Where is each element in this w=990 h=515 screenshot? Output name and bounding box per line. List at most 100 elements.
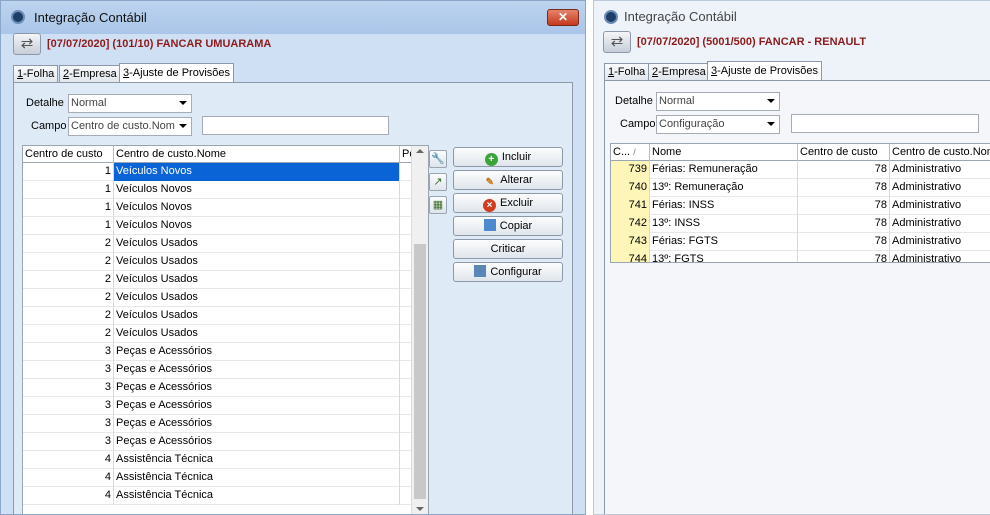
close-button[interactable]: ✕ [547,9,579,26]
cost-center-grid[interactable]: Centro de custo Centro de custo.Nome Po … [22,145,429,514]
cell-nome: 13º: Remuneração [650,179,798,197]
window-title: Integração Contábil [624,9,737,24]
table-row[interactable]: 2 Veículos Usados [23,253,413,271]
table-row[interactable]: 741 Férias: INSS 78 Administrativo [611,197,990,215]
cell-codigo: 744 [611,251,650,262]
table-row[interactable]: 3 Peças e Acessórios [23,415,413,433]
table-row[interactable]: 4 Assistência Técnica [23,487,413,505]
cell-centro-de-custo-nome: Administrativo [892,199,962,211]
grid-header: Centro de custo Centro de custo.Nome Po [23,146,428,163]
table-row[interactable]: 739 Férias: Remuneração 78 Administrativo [611,161,990,179]
table-row[interactable]: 2 Veículos Usados [23,325,413,343]
table-row[interactable]: 744 13º: FGTS 78 Administrativo [611,251,990,262]
configurar-button[interactable]: Configurar [453,262,563,282]
tab-folha[interactable]: 1-Folha [13,65,59,83]
detalhe-select[interactable]: Normal [68,94,192,113]
col-centro-de-custo-nome[interactable]: Centro de custo.Nome [114,146,400,163]
tab-empresa[interactable]: 2-Empresa [648,63,710,81]
tab-panel: Detalhe Normal Campo Configuração C... /… [604,80,990,514]
print-icon[interactable]: ▦ [429,196,447,214]
cell-centro-de-custo-nome: Peças e Acessórios [114,343,400,361]
sort-indicator-icon: / [633,147,636,157]
table-row[interactable]: 1 Veículos Novos [23,199,413,217]
cell-centro-de-custo-nome: Administrativo [892,235,962,247]
scroll-thumb[interactable] [414,244,426,499]
pencil-icon: ✎ [485,177,494,188]
swap-arrows-icon[interactable]: ⇄ [603,31,631,53]
copy-icon [483,219,496,231]
cell-codigo: 740 [611,179,650,197]
tab-folha[interactable]: 1-Folha [604,63,650,81]
cell-centro-de-custo: 3 [23,379,114,397]
table-row[interactable]: 1 Veículos Novos [23,163,413,181]
grid-scrollbar[interactable] [411,146,428,514]
campo-label: Campo [620,118,656,130]
cell-centro-de-custo-nome: Peças e Acessórios [114,397,400,415]
table-row[interactable]: 2 Veículos Usados [23,307,413,325]
table-row[interactable]: 1 Veículos Novos [23,217,413,235]
detalhe-select[interactable]: Normal [656,92,780,111]
search-input[interactable] [202,116,389,135]
table-row[interactable]: 4 Assistência Técnica [23,451,413,469]
table-row[interactable]: 743 Férias: FGTS 78 Administrativo [611,233,990,251]
cell-codigo: 739 [611,161,650,179]
cell-centro-de-custo: 2 [23,307,114,325]
cell-codigo: 741 [611,197,650,215]
chevron-down-icon [767,122,775,126]
cell-centro-de-custo: 3 [23,415,114,433]
table-row[interactable]: 2 Veículos Usados [23,289,413,307]
table-row[interactable]: 3 Peças e Acessórios [23,397,413,415]
table-row[interactable]: 740 13º: Remuneração 78 Administrativo [611,179,990,197]
provisions-grid[interactable]: C... / Nome Centro de custo Centro de cu… [610,143,990,263]
incluir-button[interactable]: + Incluir [453,147,563,167]
cell-centro-de-custo-nome: Administrativo [892,163,962,175]
col-nome[interactable]: Nome [650,144,798,161]
cell-nome: Férias: INSS [650,197,798,215]
scroll-up-icon[interactable] [416,149,424,153]
col-centro-de-custo-nome[interactable]: Centro de custo.Nom [890,144,990,161]
cell-centro-de-custo-nome: Veículos Novos [114,163,400,181]
cell-centro-de-custo: 3 [23,397,114,415]
col-centro-de-custo[interactable]: Centro de custo [23,146,114,163]
table-row[interactable]: 742 13º: INSS 78 Administrativo [611,215,990,233]
cell-centro-de-custo: 78 [798,197,890,215]
export-icon[interactable]: ↗ [429,173,447,191]
cell-centro-de-custo: 1 [23,199,114,217]
table-row[interactable]: 2 Veículos Usados [23,235,413,253]
col-codigo[interactable]: C... / [611,144,650,161]
criticar-button[interactable]: Criticar [453,239,563,259]
chevron-down-icon [179,101,187,105]
left-titlebar: Integração Contábil ✕ [1,1,585,34]
search-input[interactable] [791,114,979,133]
scroll-down-icon[interactable] [416,507,424,511]
cell-centro-de-custo: 2 [23,271,114,289]
cell-centro-de-custo: 78 [798,179,890,197]
swap-arrows-icon[interactable]: ⇄ [13,33,41,55]
wrench-icon[interactable]: 🔧 [429,150,447,168]
table-row[interactable]: 1 Veículos Novos [23,181,413,199]
copiar-button[interactable]: Copiar [453,216,563,236]
company-header: ⇄ [07/07/2020] (5001/500) FANCAR - RENAU… [603,31,990,55]
cell-nome: 13º: INSS [650,215,798,233]
tab-ajuste-provisoes[interactable]: 3-Ajuste de Provisões [119,63,235,83]
cell-centro-de-custo-nome: Peças e Acessórios [114,415,400,433]
tab-empresa[interactable]: 2-Empresa [59,65,121,83]
table-row[interactable]: 3 Peças e Acessórios [23,379,413,397]
table-row[interactable]: 3 Peças e Acessórios [23,361,413,379]
cell-centro-de-custo: 4 [23,469,114,487]
excluir-button[interactable]: × Excluir [453,193,563,213]
tab-ajuste-provisoes[interactable]: 3-Ajuste de Provisões [707,61,823,81]
col-centro-de-custo[interactable]: Centro de custo [798,144,890,161]
campo-select[interactable]: Configuração [656,115,780,134]
table-row[interactable]: 4 Assistência Técnica [23,469,413,487]
alterar-button[interactable]: ✎ Alterar [453,170,563,190]
campo-select[interactable]: Centro de custo.Nom [68,117,192,136]
cell-centro-de-custo: 1 [23,181,114,199]
cell-centro-de-custo: 3 [23,361,114,379]
table-row[interactable]: 2 Veículos Usados [23,271,413,289]
table-row[interactable]: 3 Peças e Acessórios [23,343,413,361]
cell-nome: Férias: Remuneração [650,161,798,179]
table-row[interactable]: 3 Peças e Acessórios [23,433,413,451]
cell-centro-de-custo-nome: Veículos Novos [114,199,400,217]
app-icon [604,10,618,24]
